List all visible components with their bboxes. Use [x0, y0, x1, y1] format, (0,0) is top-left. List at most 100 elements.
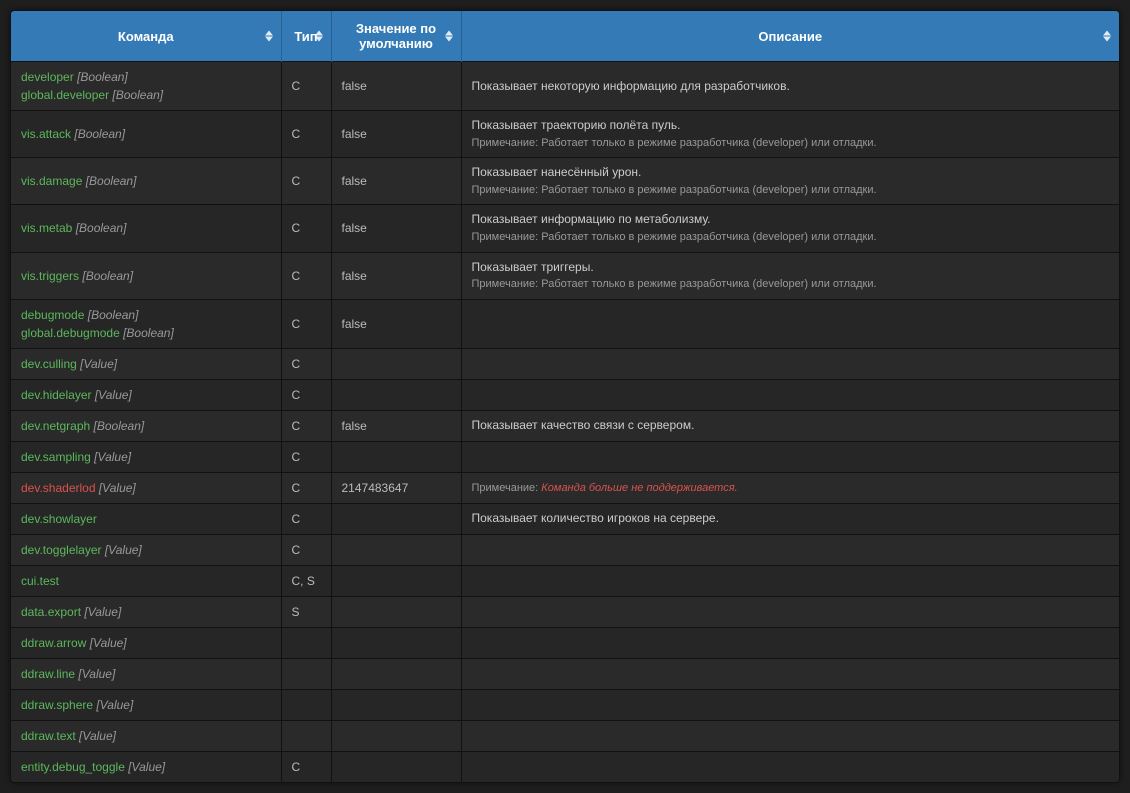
- command-line: global.developer [Boolean]: [21, 86, 271, 104]
- cell-description: [461, 441, 1119, 472]
- command-link[interactable]: data.export: [21, 605, 81, 619]
- command-link[interactable]: dev.hidelayer: [21, 388, 92, 402]
- cell-description: [461, 658, 1119, 689]
- command-line: dev.togglelayer [Value]: [21, 541, 271, 559]
- command-param: [Value]: [99, 481, 136, 495]
- cell-description: [461, 534, 1119, 565]
- table-row: vis.metab [Boolean]CfalseПоказывает инфо…: [11, 205, 1119, 252]
- header-type[interactable]: Тип: [281, 11, 331, 62]
- note-text: Работает только в режиме разработчика (d…: [541, 184, 876, 196]
- table-row: dev.togglelayer [Value] C: [11, 534, 1119, 565]
- cell-default: [331, 627, 461, 658]
- note-label: Примечание:: [472, 482, 539, 494]
- command-link[interactable]: dev.sampling: [21, 450, 91, 464]
- cell-description: [461, 565, 1119, 596]
- command-link[interactable]: dev.shaderlod: [21, 481, 96, 495]
- command-link[interactable]: ddraw.text: [21, 729, 76, 743]
- cell-command: dev.hidelayer [Value]: [11, 379, 281, 410]
- cell-default: [331, 658, 461, 689]
- note-label: Примечание:: [472, 137, 539, 149]
- table-row: ddraw.line [Value]: [11, 658, 1119, 689]
- cell-default: [331, 720, 461, 751]
- description-text: Показывает качество связи с сервером.: [472, 417, 1110, 434]
- cell-description: Показывает траекторию полёта пуль.Примеч…: [461, 111, 1119, 158]
- cell-description: [461, 379, 1119, 410]
- commands-table: Команда Тип Значение по умолчанию Описан…: [11, 11, 1119, 782]
- command-param: [Boolean]: [123, 326, 174, 340]
- command-link[interactable]: vis.damage: [21, 174, 82, 188]
- command-link[interactable]: vis.metab: [21, 221, 72, 235]
- command-param: [Boolean]: [112, 88, 163, 102]
- command-link[interactable]: developer: [21, 70, 74, 84]
- cell-default: [331, 689, 461, 720]
- table-row: dev.netgraph [Boolean]CfalseПоказывает к…: [11, 410, 1119, 441]
- cell-type: C: [281, 299, 331, 348]
- command-line: dev.hidelayer [Value]: [21, 386, 271, 404]
- cell-type: C: [281, 441, 331, 472]
- cell-command: ddraw.line [Value]: [11, 658, 281, 689]
- command-link[interactable]: entity.debug_toggle: [21, 760, 125, 774]
- command-line: vis.triggers [Boolean]: [21, 267, 271, 285]
- cell-type: [281, 627, 331, 658]
- table-row: entity.debug_toggle [Value]C: [11, 751, 1119, 782]
- cell-default: false: [331, 62, 461, 111]
- table-row: dev.culling [Value]C: [11, 348, 1119, 379]
- command-link[interactable]: dev.culling: [21, 357, 77, 371]
- cell-command: dev.showlayer: [11, 503, 281, 534]
- header-command[interactable]: Команда: [11, 11, 281, 62]
- command-link[interactable]: dev.showlayer: [21, 512, 97, 526]
- command-link[interactable]: vis.attack: [21, 127, 71, 141]
- command-link[interactable]: dev.togglelayer: [21, 543, 102, 557]
- command-link[interactable]: debugmode: [21, 308, 84, 322]
- cell-description: Показывает некоторую информацию для разр…: [461, 62, 1119, 111]
- cell-type: C: [281, 111, 331, 158]
- command-line: ddraw.arrow [Value]: [21, 634, 271, 652]
- cell-command: cui.test: [11, 565, 281, 596]
- command-link[interactable]: dev.netgraph: [21, 419, 90, 433]
- note-text: Работает только в режиме разработчика (d…: [541, 137, 876, 149]
- description-text: Показывает триггеры.: [472, 259, 1110, 276]
- command-param: [Value]: [84, 605, 121, 619]
- command-param: [Boolean]: [77, 70, 128, 84]
- command-link[interactable]: ddraw.line: [21, 667, 75, 681]
- header-description[interactable]: Описание: [461, 11, 1119, 62]
- command-link[interactable]: global.developer: [21, 88, 109, 102]
- description-note: Примечание: Работает только в режиме раз…: [472, 183, 1110, 198]
- description-text: Показывает количество игроков на сервере…: [472, 510, 1110, 527]
- header-command-label: Команда: [118, 29, 174, 44]
- cell-default: 2147483647: [331, 472, 461, 503]
- cell-command: ddraw.sphere [Value]: [11, 689, 281, 720]
- table-row: dev.hidelayer [Value]C: [11, 379, 1119, 410]
- command-link[interactable]: cui.test: [21, 574, 59, 588]
- command-line: entity.debug_toggle [Value]: [21, 758, 271, 776]
- cell-type: S: [281, 596, 331, 627]
- command-line: vis.metab [Boolean]: [21, 219, 271, 237]
- command-param: [Boolean]: [82, 269, 133, 283]
- command-link[interactable]: ddraw.arrow: [21, 636, 86, 650]
- description-text: Показывает информацию по метаболизму.: [472, 211, 1110, 228]
- command-param: [Boolean]: [76, 221, 127, 235]
- cell-command: vis.damage [Boolean]: [11, 158, 281, 205]
- command-line: vis.damage [Boolean]: [21, 172, 271, 190]
- cell-command: dev.sampling [Value]: [11, 441, 281, 472]
- cell-type: C: [281, 534, 331, 565]
- cell-command: vis.metab [Boolean]: [11, 205, 281, 252]
- cell-type: C: [281, 62, 331, 111]
- cell-description: [461, 299, 1119, 348]
- note-label: Примечание:: [472, 278, 539, 290]
- cell-description: Примечание: Команда больше не поддержива…: [461, 472, 1119, 503]
- cell-description: Показывает триггеры.Примечание: Работает…: [461, 252, 1119, 299]
- cell-default: false: [331, 252, 461, 299]
- command-param: [Value]: [95, 388, 132, 402]
- cell-description: [461, 627, 1119, 658]
- cell-default: [331, 596, 461, 627]
- command-link[interactable]: global.debugmode: [21, 326, 120, 340]
- header-default[interactable]: Значение по умолчанию: [331, 11, 461, 62]
- description-text: Показывает некоторую информацию для разр…: [472, 78, 1110, 95]
- command-link[interactable]: ddraw.sphere: [21, 698, 93, 712]
- table-row: dev.sampling [Value]C: [11, 441, 1119, 472]
- table-row: cui.testC, S: [11, 565, 1119, 596]
- command-link[interactable]: vis.triggers: [21, 269, 79, 283]
- cell-default: false: [331, 158, 461, 205]
- cell-type: [281, 689, 331, 720]
